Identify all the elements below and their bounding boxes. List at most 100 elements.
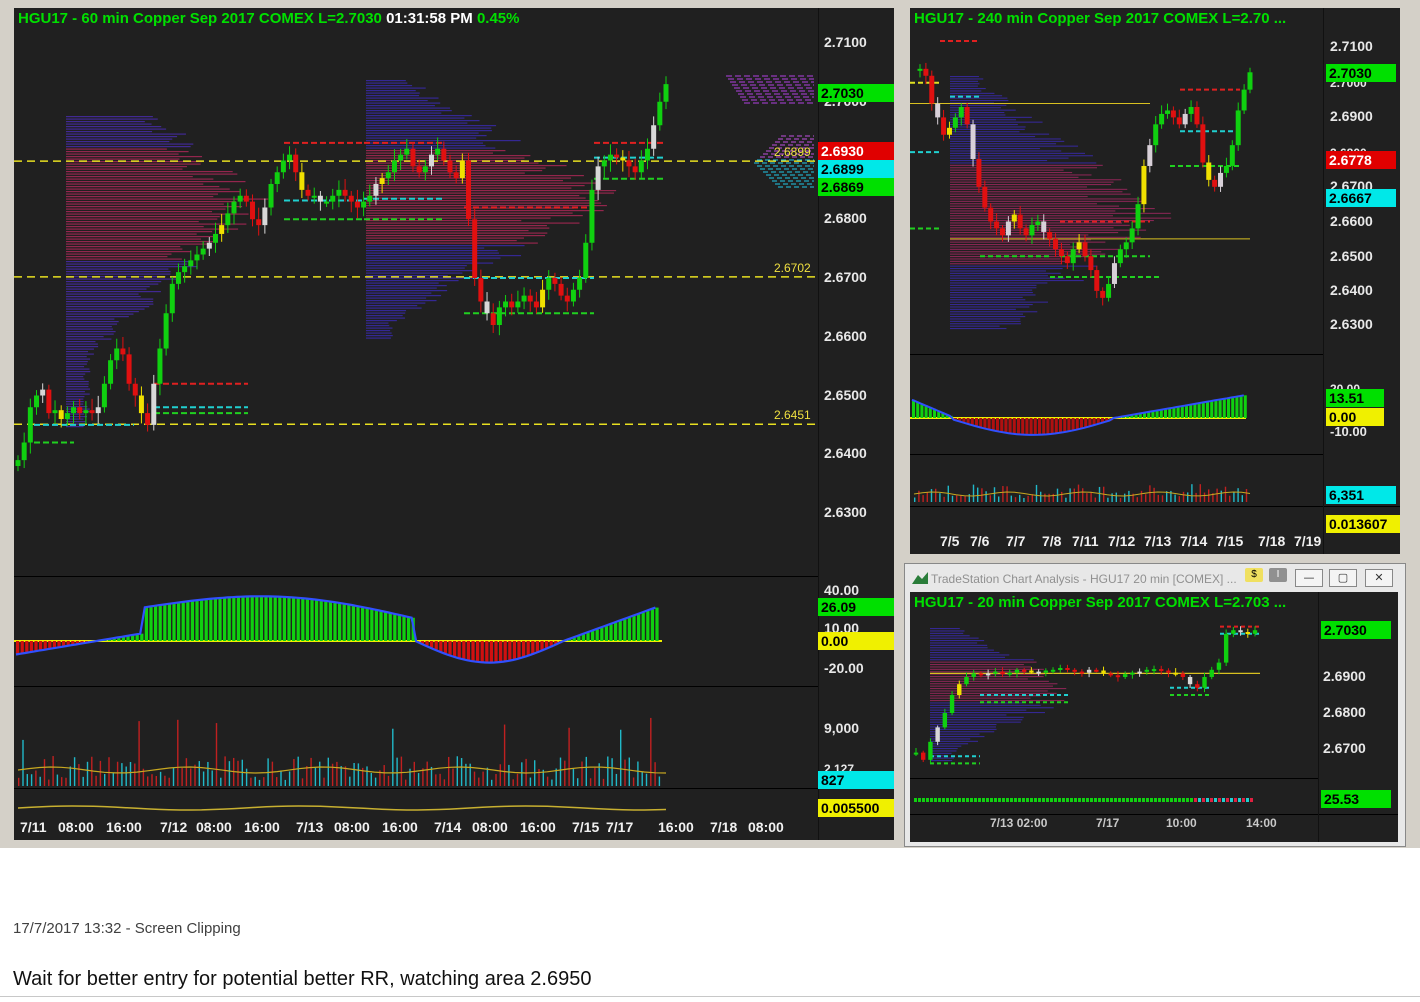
volume-profile-line (950, 234, 1088, 235)
time-axis-label: 7/13 (296, 819, 323, 835)
volume-profile-line (950, 306, 1029, 307)
volume-profile-line (950, 153, 1085, 154)
volume-bar (1141, 491, 1142, 502)
oscillator-bar (1134, 798, 1137, 802)
chart-window-20min[interactable]: TradeStation Chart Analysis - HGU17 20 m… (904, 563, 1406, 847)
oscillator-bar (1185, 406, 1188, 418)
candle-body (1118, 249, 1123, 263)
volume-profile-line (366, 100, 428, 101)
volume-bar (35, 770, 36, 786)
minimize-button[interactable]: — (1295, 569, 1323, 587)
volume-bar (70, 766, 71, 786)
volume-profile-line (66, 404, 83, 405)
oscillator-bar (946, 798, 949, 802)
volume-bar (371, 773, 372, 786)
volume-bar (918, 491, 919, 502)
chart-60min-title: HGU17 - 60 min Copper Sep 2017 COMEX L=2… (18, 10, 520, 27)
volume-profile-line (366, 255, 521, 256)
volume-profile-line (366, 95, 419, 96)
chart-240min[interactable]: HGU17 - 240 min Copper Sep 2017 COMEX L=… (910, 8, 1400, 554)
volume-bar (147, 776, 148, 786)
oscillator-bar (439, 641, 442, 651)
volume-profile-line (366, 193, 614, 194)
candle-body (65, 413, 70, 419)
oscillator-bar (1164, 409, 1167, 418)
candle-body (1181, 673, 1185, 677)
volume-bar (603, 779, 604, 786)
candle-body (982, 187, 987, 208)
chart-20min[interactable]: HGU17 - 20 min Copper Sep 2017 COMEX L=2… (910, 592, 1398, 842)
volume-profile-line (66, 249, 182, 250)
volume-bar (517, 774, 518, 786)
oscillator-bar (333, 602, 336, 641)
oscillator-bar (228, 597, 231, 641)
volume-profile-line (950, 249, 1120, 250)
volume-profile-line (66, 259, 182, 260)
volume-bar (1015, 497, 1016, 502)
volume-profile-line (950, 244, 1070, 245)
chart-60min[interactable]: HGU17 - 60 min Copper Sep 2017 COMEX L=2… (14, 8, 894, 840)
time-axis-label: 7/7 (1006, 533, 1025, 549)
oscillator-bar (651, 609, 654, 641)
volume-bar (491, 780, 492, 786)
volume-bar (255, 777, 256, 786)
window-titlebar[interactable]: TradeStation Chart Analysis - HGU17 20 m… (905, 564, 1405, 592)
volume-profile-line (930, 743, 968, 744)
candle-body (127, 354, 132, 383)
volume-bar (1221, 491, 1222, 502)
volume-profile-line (366, 333, 392, 334)
volume-profile-line (66, 366, 84, 367)
dollar-badge[interactable]: $ (1245, 568, 1263, 582)
candle-body (928, 742, 932, 760)
time-axis-label: 7/11 (20, 819, 46, 835)
maximize-button[interactable]: ▢ (1329, 569, 1357, 587)
volume-profile-line (950, 208, 1155, 209)
candle-body (46, 390, 51, 414)
oscillator-bar (366, 608, 369, 641)
candle-body (1029, 671, 1033, 673)
oscillator-bar (402, 616, 405, 641)
close-button[interactable]: ✕ (1365, 569, 1393, 587)
volume-bar (1074, 489, 1075, 502)
oscillator-bar (269, 596, 272, 641)
volume-profile-line (66, 394, 90, 395)
oscillator-bar (1030, 418, 1033, 435)
volume-profile-line (66, 149, 167, 150)
chart-240min-canvas[interactable] (910, 8, 1400, 554)
candle-body (1000, 228, 1005, 235)
volume-bar (998, 496, 999, 502)
candle-body (941, 117, 946, 134)
oscillator-bar (494, 641, 497, 662)
volume-profile-line (366, 330, 390, 331)
candle-body (957, 684, 961, 695)
volume-profile-line (950, 268, 1063, 269)
volume-bar (396, 758, 397, 786)
price-axis-label: 2.6800 (1323, 704, 1366, 720)
oscillator-bar (600, 628, 603, 641)
volume-profile-line (950, 122, 1043, 123)
volume-profile-line (366, 245, 525, 246)
volume-profile-line (950, 196, 1088, 197)
oscillator-bar (352, 605, 355, 641)
volume-profile-line (66, 291, 161, 292)
time-axis-label: 16:00 (520, 819, 556, 835)
volume-profile-line (950, 258, 1060, 259)
volume-profile-line (66, 246, 180, 247)
volume-bar (1120, 498, 1121, 502)
volume-bar (1069, 488, 1070, 502)
volume-profile-line (930, 642, 977, 643)
oscillator-bar (1172, 408, 1175, 418)
info-badge[interactable]: I (1269, 568, 1287, 582)
volume-bar (577, 778, 578, 786)
volume-tag: 827 (818, 771, 894, 789)
volume-profile-line (950, 105, 1006, 106)
volume-bar (956, 495, 957, 502)
volume-bar (1195, 493, 1196, 502)
oscillator-bar (596, 629, 599, 641)
volume-profile-line (366, 118, 464, 119)
volume-profile-line (366, 278, 479, 279)
chart-60min-canvas[interactable] (14, 8, 894, 840)
volume-bar (538, 769, 539, 786)
volume-profile-line (930, 671, 1026, 672)
volume-bar (1036, 485, 1037, 502)
